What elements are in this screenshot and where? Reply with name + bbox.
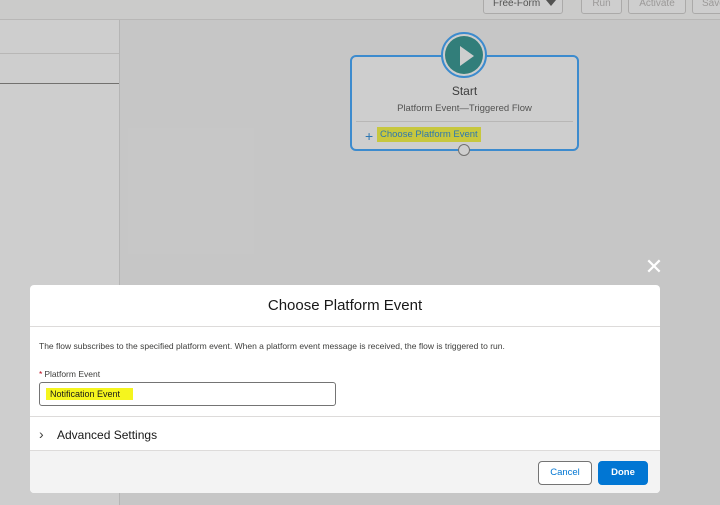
advanced-settings-label: Advanced Settings	[57, 428, 158, 442]
modal-footer: Cancel Done	[30, 450, 660, 493]
done-button[interactable]: Done	[598, 461, 648, 485]
close-icon[interactable]: ✕	[644, 256, 664, 278]
advanced-settings-toggle[interactable]: › Advanced Settings	[30, 416, 660, 450]
modal-header: Choose Platform Event	[30, 285, 660, 327]
chevron-right-icon: ›	[39, 426, 44, 442]
platform-event-value: Notification Event	[46, 388, 133, 400]
platform-event-label: * Platform Event	[39, 369, 100, 379]
required-mark: *	[39, 369, 43, 379]
modal-title: Choose Platform Event	[267, 297, 423, 314]
platform-event-label-text: Platform Event	[44, 369, 101, 379]
cancel-button[interactable]: Cancel	[538, 461, 592, 485]
platform-event-input[interactable]: Notification Event	[39, 382, 336, 406]
choose-platform-event-modal: Choose Platform Event The flow subscribe…	[30, 285, 660, 493]
modal-description: The flow subscribes to the specified pla…	[39, 341, 505, 351]
